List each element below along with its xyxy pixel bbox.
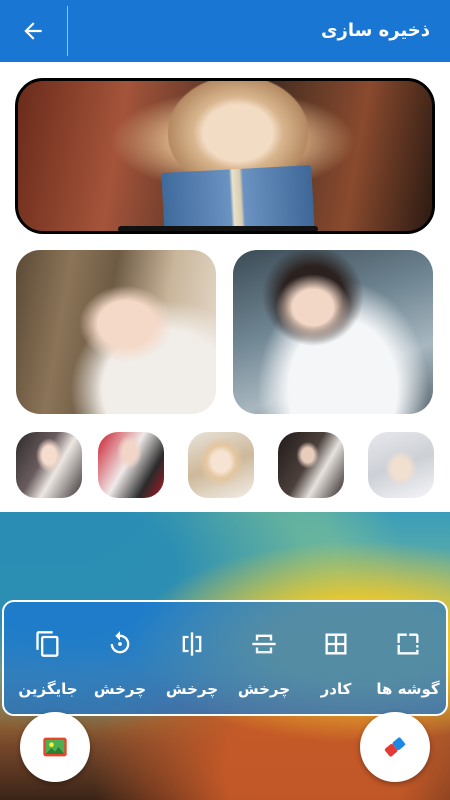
thumbnail-4[interactable]	[278, 432, 344, 498]
gallery-button[interactable]	[20, 712, 90, 782]
thumbnail-1[interactable]	[16, 432, 82, 498]
tool-corners[interactable]: گوشه ها	[372, 602, 444, 714]
app-bar-divider	[67, 6, 68, 56]
flip-horizontal-icon	[252, 634, 276, 654]
arrow-left-icon	[24, 22, 42, 40]
rotate-icon	[110, 631, 130, 654]
back-button[interactable]	[0, 0, 66, 62]
tool-replace[interactable]: جایگزین	[12, 602, 84, 714]
collage-photo-left[interactable]	[16, 250, 216, 414]
flip-vertical-icon	[182, 632, 202, 656]
tool-frame[interactable]: کادر	[300, 602, 372, 714]
edit-toolbar: گوشه ها کادر چرخش چرخش چرخش جایگزین	[2, 600, 448, 716]
photo-book	[161, 165, 315, 231]
eraser-icon	[384, 737, 406, 757]
thumbnail-5[interactable]	[368, 432, 434, 498]
tool-rotate[interactable]: چرخش	[84, 602, 156, 714]
eraser-button[interactable]	[360, 712, 430, 782]
rounded-corners-icon	[397, 633, 419, 655]
photo-subject	[168, 81, 308, 171]
collage-canvas	[0, 62, 450, 512]
gallery-image-icon	[43, 737, 67, 757]
thumbnail-2[interactable]	[98, 432, 164, 498]
thumbnail-3[interactable]	[188, 432, 254, 498]
collage-resize-handle[interactable]	[118, 226, 318, 231]
replace-copy-icon	[36, 631, 59, 657]
save-title-button[interactable]: ذخیره سازی	[321, 0, 430, 62]
tool-flip-horizontal[interactable]: چرخش	[228, 602, 300, 714]
collage-photo-top[interactable]	[15, 78, 435, 234]
tool-replace-label: جایگزین	[18, 680, 78, 698]
app-bar: ذخیره سازی	[0, 0, 450, 62]
grid-frame-icon	[325, 633, 347, 655]
collage-photo-right[interactable]	[233, 250, 433, 414]
tool-flip-vertical[interactable]: چرخش	[156, 602, 228, 714]
